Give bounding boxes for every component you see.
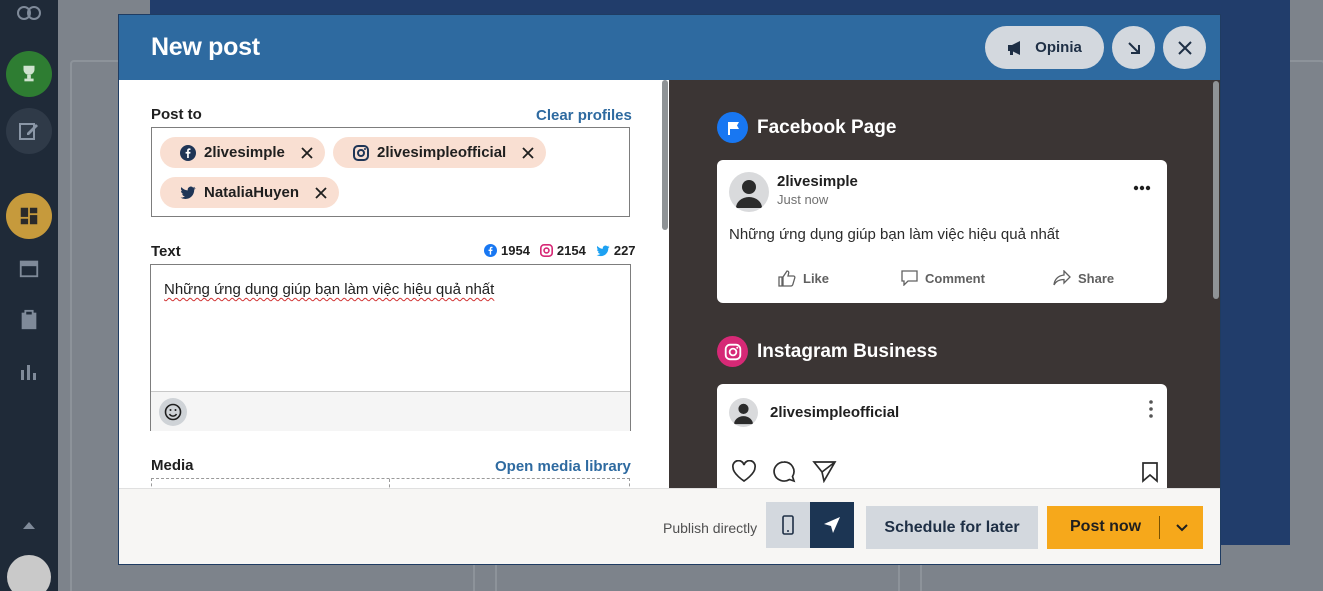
new-post-modal: New post Opinia Post to Clear profiles 2… bbox=[118, 14, 1221, 565]
flag-icon bbox=[717, 112, 748, 143]
text-label: Text bbox=[151, 243, 181, 260]
profile-chip-label: 2livesimple bbox=[204, 144, 285, 161]
composer-panel: Post to Clear profiles 2livesimple 2live… bbox=[119, 80, 659, 488]
media-dropzone[interactable] bbox=[151, 478, 630, 488]
facebook-author: 2livesimple bbox=[777, 173, 858, 190]
preview-scrollbar[interactable] bbox=[1213, 81, 1219, 299]
collapse-up-icon[interactable] bbox=[9, 510, 49, 540]
send-icon[interactable] bbox=[812, 460, 837, 488]
text-toolbar bbox=[151, 391, 630, 431]
more-options-icon[interactable] bbox=[1148, 399, 1154, 424]
clear-profiles-link[interactable]: Clear profiles bbox=[536, 107, 632, 124]
facebook-preview-title: Facebook Page bbox=[717, 112, 896, 143]
modal-title: New post bbox=[151, 33, 260, 61]
post-text-input[interactable]: Những ứng dụng giúp bạn làm việc hiệu qu… bbox=[150, 264, 631, 431]
comment-icon bbox=[901, 270, 918, 286]
remove-profile-icon[interactable] bbox=[522, 146, 534, 159]
facebook-icon bbox=[180, 144, 196, 161]
direct-publish-toggle[interactable] bbox=[810, 502, 854, 548]
post-to-label: Post to bbox=[151, 106, 202, 123]
instagram-preview-label: Instagram Business bbox=[757, 340, 938, 362]
character-counts: 1954 2154 227 bbox=[478, 243, 636, 258]
bookmark-icon[interactable] bbox=[1141, 461, 1159, 488]
instagram-preview-title: Instagram Business bbox=[717, 336, 938, 367]
share-label: Share bbox=[1078, 270, 1115, 286]
facebook-icon bbox=[484, 244, 497, 257]
facebook-post-text: Những ứng dụng giúp bạn làm việc hiệu qu… bbox=[729, 226, 1060, 243]
app-sidebar bbox=[0, 0, 58, 591]
share-action[interactable]: Share bbox=[1053, 270, 1114, 286]
heart-icon[interactable] bbox=[731, 459, 757, 488]
avatar[interactable] bbox=[7, 555, 51, 591]
comment-action[interactable]: Comment bbox=[901, 270, 985, 286]
facebook-count: 1954 bbox=[501, 243, 530, 258]
modal-header: New post Opinia bbox=[119, 15, 1220, 80]
mobile-publish-toggle[interactable] bbox=[766, 502, 810, 548]
close-button[interactable] bbox=[1163, 26, 1206, 69]
share-icon bbox=[1053, 270, 1071, 286]
trophy-icon[interactable] bbox=[6, 51, 52, 97]
twitter-count: 227 bbox=[613, 243, 636, 258]
emoji-button[interactable] bbox=[159, 398, 187, 426]
facebook-timestamp: Just now bbox=[777, 192, 829, 207]
comment-icon[interactable] bbox=[772, 460, 796, 488]
instagram-preview-card: 2livesimpleofficial bbox=[717, 384, 1167, 488]
open-media-library-link[interactable]: Open media library bbox=[495, 458, 631, 475]
compose-icon[interactable] bbox=[6, 108, 52, 154]
instagram-count: 2154 bbox=[556, 243, 586, 258]
clipboard-icon[interactable] bbox=[9, 305, 49, 335]
paper-plane-icon bbox=[823, 516, 841, 534]
publish-directly-label: Publish directly bbox=[663, 520, 758, 536]
minimize-button[interactable] bbox=[1112, 26, 1155, 69]
twitter-icon bbox=[180, 186, 196, 200]
post-now-label: Post now bbox=[1070, 518, 1142, 535]
facebook-preview-label: Facebook Page bbox=[757, 116, 897, 138]
comment-label: Comment bbox=[925, 270, 985, 286]
instagram-icon bbox=[539, 244, 553, 257]
profile-chip-twitter[interactable]: NataliaHuyen bbox=[160, 177, 340, 208]
more-options-icon[interactable] bbox=[1133, 178, 1151, 196]
profile-chip-label: 2livesimpleofficial bbox=[377, 144, 507, 161]
opinia-button[interactable]: Opinia bbox=[985, 26, 1104, 69]
profiles-selector[interactable]: 2livesimple 2livesimpleofficial NataliaH bbox=[151, 127, 630, 217]
megaphone-icon bbox=[1007, 40, 1025, 56]
dashboard-icon[interactable] bbox=[6, 193, 52, 239]
instagram-icon bbox=[353, 144, 369, 161]
facebook-preview-card: 2livesimple Just now Những ứng dụng giúp… bbox=[717, 160, 1167, 303]
remove-profile-icon[interactable] bbox=[315, 186, 327, 199]
avatar bbox=[729, 172, 769, 212]
post-now-button[interactable]: Post now bbox=[1047, 506, 1203, 549]
opinia-label: Opinia bbox=[1035, 39, 1082, 56]
calendar-icon[interactable] bbox=[9, 253, 49, 283]
smiley-icon bbox=[164, 403, 182, 421]
close-icon bbox=[1177, 40, 1193, 56]
schedule-for-later-button[interactable]: Schedule for later bbox=[866, 506, 1038, 549]
like-action[interactable]: Like bbox=[778, 270, 829, 287]
chevron-down-icon[interactable] bbox=[1171, 518, 1193, 538]
owl-logo-icon[interactable] bbox=[9, 0, 49, 30]
media-label: Media bbox=[151, 457, 194, 474]
composer-scrollbar[interactable] bbox=[662, 80, 668, 230]
like-label: Like bbox=[803, 271, 830, 286]
profile-chip-label: NataliaHuyen bbox=[204, 184, 300, 201]
remove-profile-icon[interactable] bbox=[301, 146, 313, 159]
arrow-down-right-icon bbox=[1126, 40, 1142, 56]
profile-chip-facebook[interactable]: 2livesimple bbox=[160, 137, 325, 168]
instagram-icon bbox=[717, 336, 748, 367]
post-text-value[interactable]: Những ứng dụng giúp bạn làm việc hiệu qu… bbox=[164, 281, 494, 298]
preview-panel: Facebook Page 2livesimple Just now Những… bbox=[669, 80, 1220, 488]
modal-footer: Publish directly Schedule for later Post… bbox=[119, 488, 1220, 564]
thumbs-up-icon bbox=[778, 270, 796, 287]
mobile-phone-icon bbox=[782, 515, 794, 535]
analytics-icon[interactable] bbox=[9, 357, 49, 387]
avatar bbox=[729, 398, 758, 427]
instagram-author: 2livesimpleofficial bbox=[770, 404, 900, 421]
profile-chip-instagram[interactable]: 2livesimpleofficial bbox=[333, 137, 547, 168]
twitter-icon bbox=[596, 245, 610, 257]
